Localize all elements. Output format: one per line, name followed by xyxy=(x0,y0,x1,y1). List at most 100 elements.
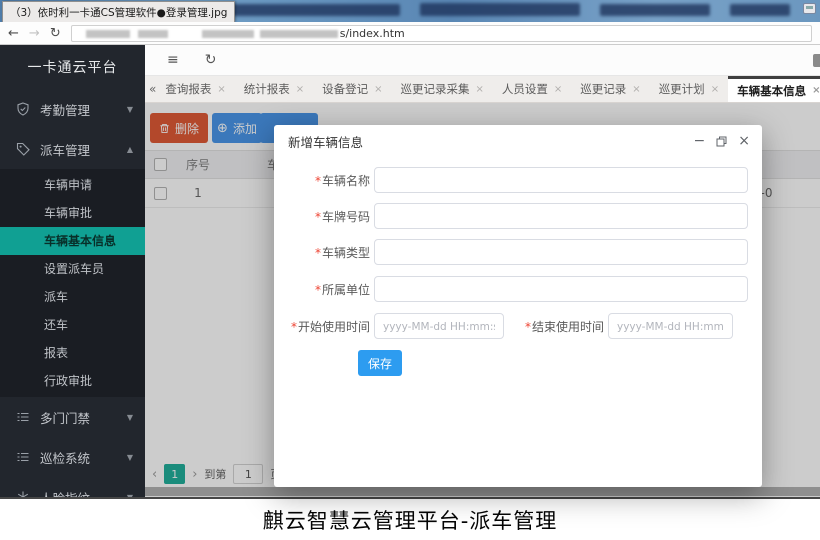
chevron-up-icon: ▲ xyxy=(127,145,133,154)
save-button[interactable]: 保存 xyxy=(358,350,402,376)
tab-label: 人员设置 xyxy=(502,81,548,97)
sidebar-item-admin-approve[interactable]: 行政审批 xyxy=(0,367,145,395)
end-time-input[interactable] xyxy=(608,313,733,339)
sidebar-item-dispatch[interactable]: 派车管理 ▲ xyxy=(0,129,145,169)
field-label: *车辆类型 xyxy=(274,244,370,261)
collapse-menu-icon[interactable]: ≡ xyxy=(167,52,179,68)
required-mark: * xyxy=(315,174,321,188)
tab-label: 查询报表 xyxy=(165,81,211,97)
tab-stat-report[interactable]: 统计报表 × xyxy=(235,76,313,102)
field-label: *结束使用时间 xyxy=(504,318,604,335)
vehicle-type-input[interactable] xyxy=(374,239,748,265)
sidebar: 一卡通云平台 考勤管理 ▼ 派车管理 ▲ 车辆申请 车辆审批 车辆基本信息 设置… xyxy=(0,45,145,497)
required-mark: * xyxy=(315,246,321,260)
sidebar-item-return-car[interactable]: 还车 xyxy=(0,311,145,339)
chevron-down-icon: ▼ xyxy=(127,105,133,114)
url-text: s/index.htm xyxy=(340,27,405,40)
sidebar-item-patrol[interactable]: 巡检系统 ▼ xyxy=(0,437,145,477)
redacted-region xyxy=(86,30,130,38)
redacted-region xyxy=(202,30,254,38)
browser-tab[interactable]: （3）依时利一卡通CS管理软件●登录管理.jpg xyxy=(2,1,235,22)
workspace-tabbar: « 查询报表 × 统计报表 × 设备登记 × 巡更记录采集 × 人员设置 × 巡… xyxy=(145,76,820,103)
tab-patrol-record[interactable]: 巡更记录 × xyxy=(571,76,649,102)
tag-icon xyxy=(16,142,30,156)
close-icon[interactable]: × xyxy=(374,84,382,95)
sidebar-item-vehicle-apply[interactable]: 车辆申请 xyxy=(0,171,145,199)
redacted-region xyxy=(600,4,710,16)
list-icon xyxy=(16,450,30,464)
sidebar-item-set-dispatcher[interactable]: 设置派车员 xyxy=(0,255,145,283)
browser-tab-title: （3）依时利一卡通CS管理软件●登录管理.jpg xyxy=(10,7,227,19)
sidebar-item-vehicle-approve[interactable]: 车辆审批 xyxy=(0,199,145,227)
tab-label: 巡更记录 xyxy=(580,81,626,97)
redacted-region xyxy=(260,30,338,38)
printer-icon[interactable] xyxy=(803,3,816,14)
dispatch-submenu: 车辆申请 车辆审批 车辆基本信息 设置派车员 派车 还车 报表 行政审批 xyxy=(0,169,145,397)
forward-icon[interactable]: → xyxy=(29,27,40,40)
tab-query-report[interactable]: 查询报表 × xyxy=(156,76,234,102)
add-vehicle-dialog: 新增车辆信息 − × *车辆名称 *车牌号码 *车辆类型 *所属单位 xyxy=(274,125,762,487)
form-row-type: *车辆类型 xyxy=(274,239,762,265)
tab-label: 统计报表 xyxy=(244,81,290,97)
tab-patrol-plan[interactable]: 巡更计划 × xyxy=(650,76,728,102)
sidebar-item-dispatch-car[interactable]: 派车 xyxy=(0,283,145,311)
back-icon[interactable]: ← xyxy=(8,27,19,40)
minimize-icon[interactable]: − xyxy=(694,134,706,148)
maximize-icon[interactable] xyxy=(716,136,727,147)
plate-number-input[interactable] xyxy=(374,203,748,229)
chevron-down-icon: ▼ xyxy=(127,453,133,462)
field-label: *车牌号码 xyxy=(274,208,370,225)
tab-device-register[interactable]: 设备登记 × xyxy=(313,76,391,102)
unit-input[interactable] xyxy=(374,276,748,302)
image-caption: 麒云智慧云管理平台-派车管理 xyxy=(0,497,820,540)
sidebar-item-label: 多门门禁 xyxy=(40,408,90,427)
refresh-icon[interactable]: ↻ xyxy=(50,27,61,40)
tab-personnel[interactable]: 人员设置 × xyxy=(493,76,571,102)
tab-label: 巡更记录采集 xyxy=(401,81,470,97)
field-label: *开始使用时间 xyxy=(274,318,370,335)
sidebar-item-vehicle-info[interactable]: 车辆基本信息 xyxy=(0,227,145,255)
dialog-header[interactable]: 新增车辆信息 − × xyxy=(274,125,762,157)
sidebar-item-label: 考勤管理 xyxy=(40,100,90,119)
close-icon[interactable]: × xyxy=(296,84,304,95)
tab-scroll-left-icon[interactable]: « xyxy=(149,76,156,102)
sidebar-item-report[interactable]: 报表 xyxy=(0,339,145,367)
tab-vehicle-info[interactable]: 车辆基本信息 × xyxy=(728,76,820,102)
tab-label: 车辆基本信息 xyxy=(737,83,806,99)
sidebar-item-label: 派车管理 xyxy=(40,140,90,159)
address-bar[interactable]: s/index.htm xyxy=(71,25,812,42)
close-icon[interactable]: × xyxy=(738,134,750,148)
sidebar-item-attendance[interactable]: 考勤管理 ▼ xyxy=(0,89,145,129)
required-mark: * xyxy=(291,320,297,334)
list-icon xyxy=(16,410,30,424)
close-icon[interactable]: × xyxy=(711,84,719,95)
required-mark: * xyxy=(525,320,531,334)
shield-icon xyxy=(16,102,30,116)
vehicle-name-input[interactable] xyxy=(374,167,748,193)
chevron-down-icon: ▼ xyxy=(127,413,133,422)
close-icon[interactable]: × xyxy=(632,84,640,95)
screenshot-root: （3）依时利一卡通CS管理软件●登录管理.jpg ← → ↻ s/index.h… xyxy=(0,0,820,540)
refresh-page-icon[interactable]: ↻ xyxy=(205,52,217,68)
form-row-time: *开始使用时间 *结束使用时间 xyxy=(274,313,762,339)
app-title: 一卡通云平台 xyxy=(0,45,145,89)
redacted-region xyxy=(730,4,790,16)
redacted-region xyxy=(138,30,168,38)
sidebar-item-label: 巡检系统 xyxy=(40,448,90,467)
required-mark: * xyxy=(315,283,321,297)
close-icon[interactable]: × xyxy=(554,84,562,95)
partial-user-icon[interactable] xyxy=(813,54,820,67)
field-label: *所属单位 xyxy=(274,281,370,298)
close-icon[interactable]: × xyxy=(812,85,820,96)
tab-patrol-collect[interactable]: 巡更记录采集 × xyxy=(392,76,493,102)
close-icon[interactable]: × xyxy=(476,84,484,95)
browser-toolbar: ← → ↻ s/index.htm xyxy=(0,22,820,45)
close-icon[interactable]: × xyxy=(217,84,225,95)
start-time-input[interactable] xyxy=(374,313,504,339)
dialog-title: 新增车辆信息 xyxy=(288,132,363,151)
required-mark: * xyxy=(315,210,321,224)
form-row-plate: *车牌号码 xyxy=(274,203,762,229)
app-header: ≡ ↻ xyxy=(145,45,820,76)
sidebar-item-doors[interactable]: 多门门禁 ▼ xyxy=(0,397,145,437)
form-row-name: *车辆名称 xyxy=(274,167,762,193)
